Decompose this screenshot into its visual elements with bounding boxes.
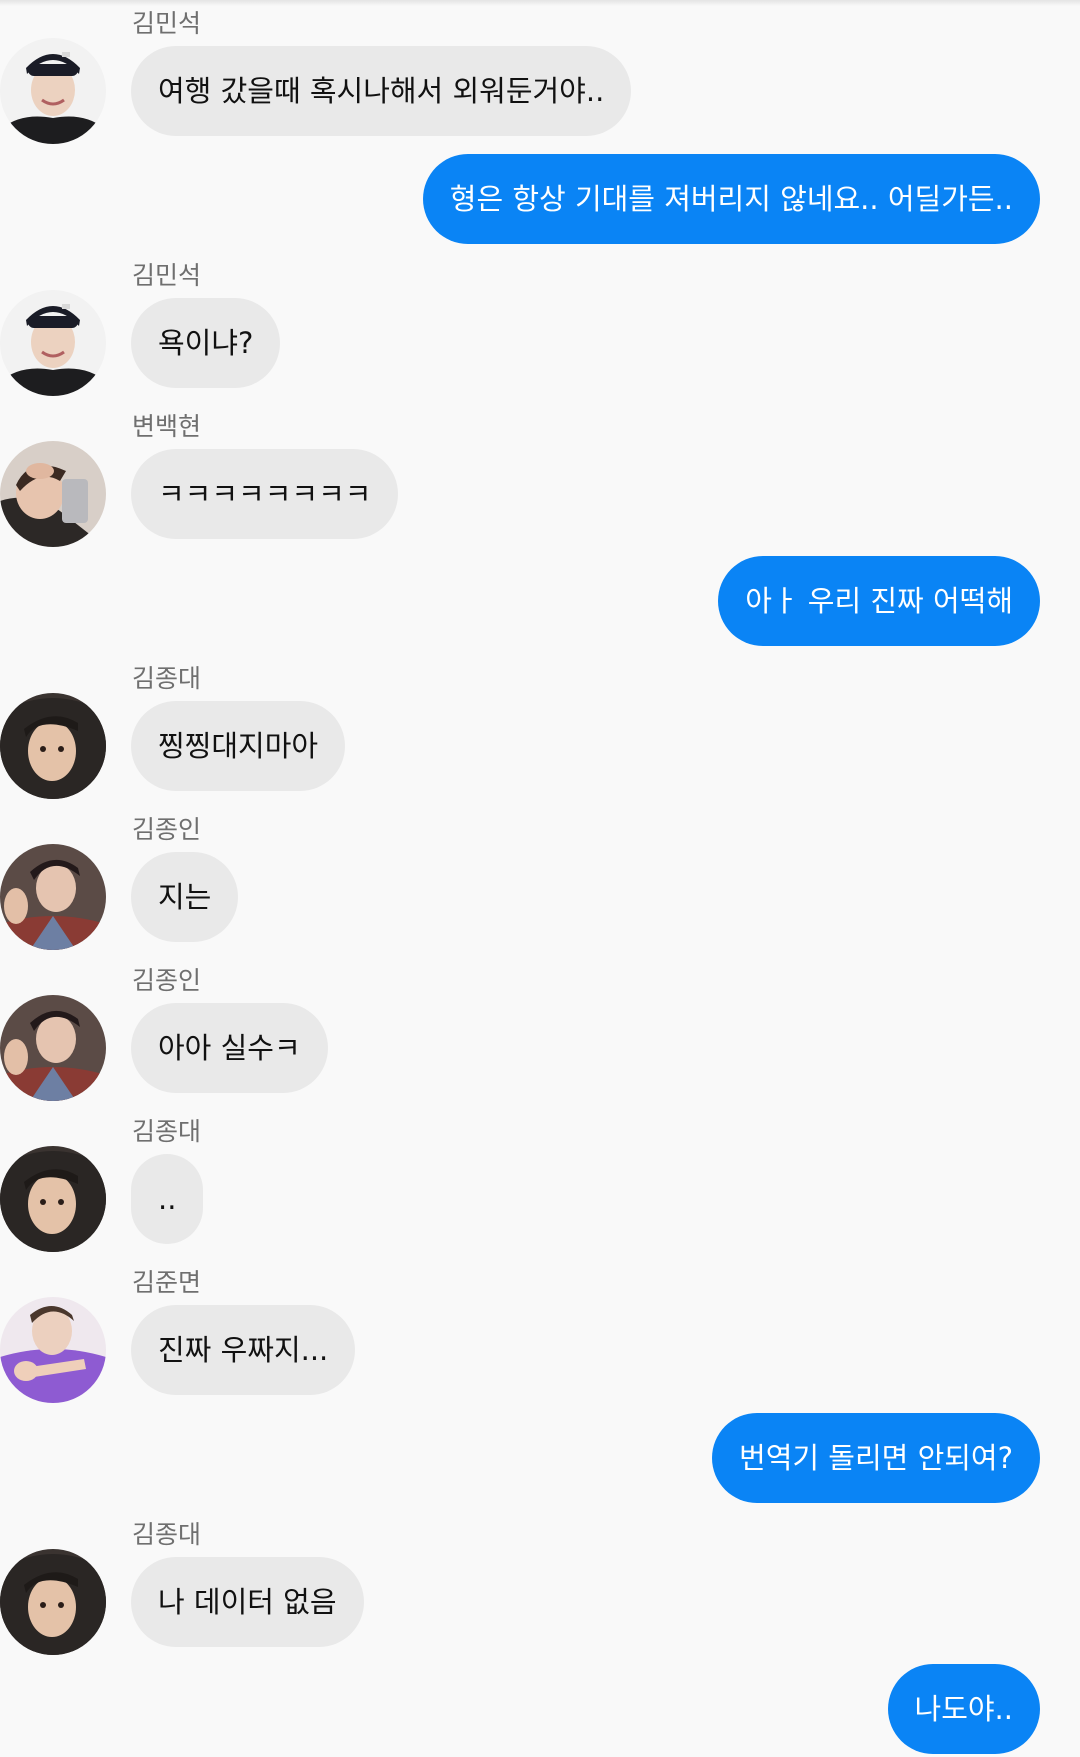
sender-name: 김종대 bbox=[132, 1117, 202, 1146]
message-bubble-incoming[interactable]: 나 데이터 없음 bbox=[131, 1557, 364, 1647]
message-bubble-outgoing[interactable]: 번역기 돌리면 안되여? bbox=[712, 1413, 1040, 1503]
message-bubble-incoming[interactable]: 아아 실수ㅋ bbox=[131, 1003, 328, 1093]
avatar-jongdae[interactable] bbox=[0, 693, 106, 799]
message-bubble-outgoing[interactable]: 나도야.. bbox=[887, 1664, 1040, 1754]
avatar-minseok[interactable] bbox=[0, 38, 106, 144]
person-avatar-icon bbox=[0, 1146, 106, 1252]
sender-name: 김종대 bbox=[132, 664, 202, 693]
person-avatar-icon bbox=[0, 1549, 106, 1655]
sender-name: 김준면 bbox=[132, 1268, 202, 1297]
avatar-baekhyun[interactable] bbox=[0, 441, 106, 547]
sender-name: 김종인 bbox=[132, 815, 202, 844]
avatar-jongin[interactable] bbox=[0, 844, 106, 950]
message-bubble-incoming[interactable]: 찡찡대지마아 bbox=[131, 701, 346, 791]
sender-name: 김민석 bbox=[132, 261, 202, 290]
message-bubble-incoming[interactable]: ㅋㅋㅋㅋㅋㅋㅋㅋ bbox=[131, 449, 399, 539]
person-avatar-icon bbox=[0, 995, 106, 1101]
message-bubble-incoming[interactable]: 진짜 우짜지... bbox=[131, 1305, 356, 1395]
message-bubble-incoming[interactable]: .. bbox=[131, 1154, 204, 1244]
message-bubble-incoming[interactable]: 지는 bbox=[131, 852, 239, 942]
avatar-jongin[interactable] bbox=[0, 995, 106, 1101]
message-bubble-outgoing[interactable]: 아ㅏ 우리 진짜 어떡해 bbox=[718, 556, 1040, 646]
sender-name: 변백현 bbox=[132, 412, 202, 441]
avatar-junmyeon[interactable] bbox=[0, 1297, 106, 1403]
person-avatar-icon bbox=[0, 290, 106, 396]
person-avatar-icon bbox=[0, 844, 106, 950]
person-avatar-icon bbox=[0, 441, 106, 547]
person-avatar-icon bbox=[0, 1297, 106, 1403]
person-avatar-icon bbox=[0, 38, 106, 144]
message-bubble-outgoing[interactable]: 형은 항상 기대를 져버리지 않네요.. 어딜가든.. bbox=[422, 154, 1040, 244]
sender-name: 김종대 bbox=[132, 1520, 202, 1549]
avatar-minseok[interactable] bbox=[0, 290, 106, 396]
sender-name: 김종인 bbox=[132, 966, 202, 995]
avatar-jongdae[interactable] bbox=[0, 1549, 106, 1655]
sender-name: 김민석 bbox=[132, 9, 202, 38]
person-avatar-icon bbox=[0, 693, 106, 799]
avatar-jongdae[interactable] bbox=[0, 1146, 106, 1252]
message-bubble-incoming[interactable]: 욕이냐? bbox=[131, 298, 281, 388]
message-bubble-incoming[interactable]: 여행 갔을때 혹시나해서 외워둔거야.. bbox=[131, 46, 632, 136]
